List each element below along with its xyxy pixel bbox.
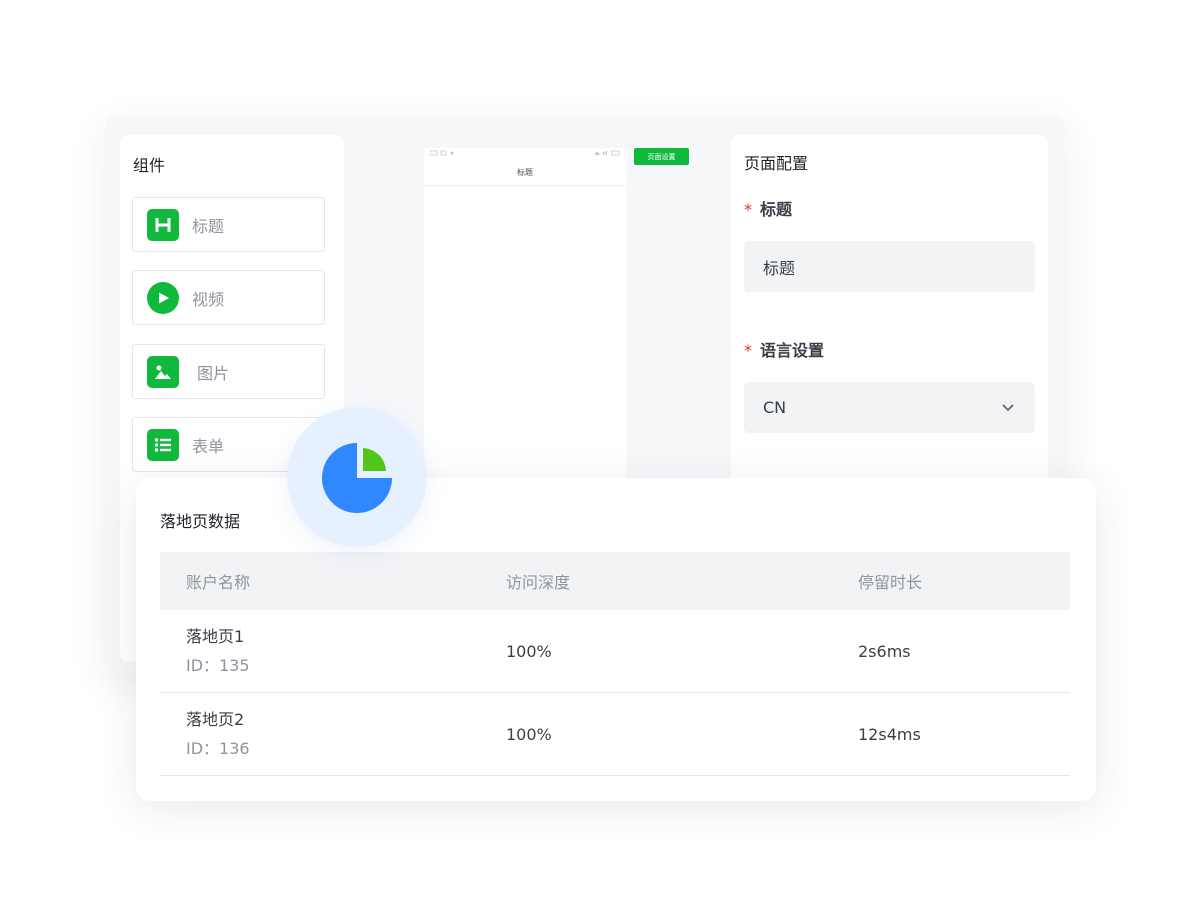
component-item-label: 视频 (192, 289, 225, 309)
component-item-label: 表单 (192, 436, 225, 456)
component-item-heading[interactable]: 标题 (132, 197, 325, 252)
table-header: 账户名称 访问深度 停留时长 (160, 552, 1070, 610)
chevron-down-icon (1001, 399, 1015, 418)
stage: 组件 标题 视频 图片 表单 标题 页面设置 页面配置 * 标题 标题 * 语言… (0, 0, 1200, 920)
duration-cell: 2s6ms (858, 641, 911, 661)
account-id: ID：136 (186, 738, 250, 758)
title-field-label: * 标题 (744, 196, 792, 220)
column-header-depth: 访问深度 (506, 573, 571, 592)
column-header-account: 账户名称 (186, 573, 251, 592)
phone-preview: 标题 (424, 148, 626, 488)
data-card-title: 落地页数据 (160, 512, 241, 531)
title-input-value: 标题 (763, 258, 796, 278)
component-item-label: 图片 (197, 363, 230, 383)
account-name: 落地页2 (186, 709, 245, 729)
page-config-title: 页面配置 (744, 154, 809, 173)
landing-page-data-card: 落地页数据 账户名称 访问深度 停留时长 落地页1 ID：135 100% 2s… (136, 478, 1096, 801)
pie-chart-icon (322, 443, 392, 513)
heading-icon (147, 208, 179, 241)
image-icon (147, 355, 179, 388)
depth-cell: 100% (506, 724, 552, 744)
list-icon (147, 428, 179, 461)
account-name: 落地页1 (186, 626, 245, 646)
component-item-video[interactable]: 视频 (132, 270, 325, 325)
components-panel-title: 组件 (133, 156, 166, 175)
table-row: 落地页2 ID：136 100% 12s4ms (160, 693, 1070, 776)
column-header-duration: 停留时长 (858, 573, 923, 592)
language-field-label-text: 语言设置 (760, 341, 825, 360)
phone-status-bar (424, 148, 626, 160)
play-icon (147, 281, 179, 314)
language-select[interactable]: CN (744, 382, 1035, 433)
phone-nav-title: 标题 (424, 160, 626, 186)
account-cell: 落地页2 ID：136 (160, 709, 480, 760)
status-left-icons (429, 150, 460, 158)
status-right-icons (594, 150, 620, 158)
pie-chart-badge (287, 407, 427, 547)
page-setting-button[interactable]: 页面设置 (634, 148, 689, 165)
title-input[interactable]: 标题 (744, 241, 1035, 292)
language-field-label: * 语言设置 (744, 337, 824, 361)
language-select-value: CN (763, 398, 787, 417)
depth-cell: 100% (506, 641, 552, 661)
title-field-label-text: 标题 (760, 200, 793, 219)
component-item-label: 标题 (192, 216, 225, 236)
table-row: 落地页1 ID：135 100% 2s6ms (160, 610, 1070, 693)
account-id: ID：135 (186, 655, 250, 675)
account-cell: 落地页1 ID：135 (160, 626, 480, 677)
duration-cell: 12s4ms (858, 724, 921, 744)
data-table: 账户名称 访问深度 停留时长 落地页1 ID：135 100% 2s6ms 落地… (160, 552, 1070, 776)
required-mark: * (744, 200, 752, 219)
required-mark: * (744, 341, 752, 360)
component-item-image[interactable]: 图片 (132, 344, 325, 399)
page-config-panel: 页面配置 * 标题 标题 * 语言设置 CN (731, 135, 1048, 495)
